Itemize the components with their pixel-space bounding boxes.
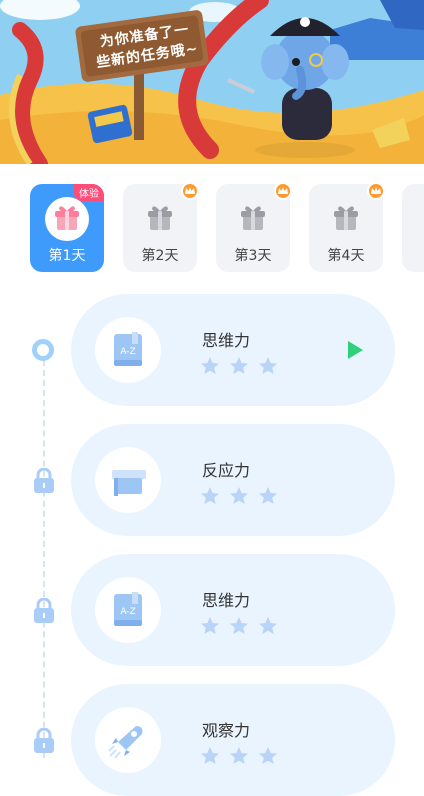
banner-illustration: 为你准备了一 些新的任务哦~	[0, 0, 424, 164]
play-icon[interactable]	[346, 340, 364, 360]
tab-day-3[interactable]: 第3天	[216, 182, 292, 272]
task-card[interactable]: 反应力	[71, 424, 395, 536]
task-icon-wrap	[95, 447, 161, 513]
lock-icon	[34, 728, 54, 753]
tab-day-2[interactable]: 第2天	[123, 182, 199, 272]
task-card[interactable]: 观察力	[71, 684, 395, 796]
day-label: 第3天	[234, 248, 272, 264]
task-icon-wrap: A-Z	[95, 317, 161, 383]
day-tabs: 体验 第1天 第2天 第3天 第4天	[0, 182, 424, 274]
star-rating	[201, 747, 277, 764]
task-title: 思维力	[202, 591, 251, 610]
crown-icon	[274, 182, 292, 200]
task-title: 观察力	[202, 721, 251, 740]
timeline-line	[43, 360, 47, 758]
crown-icon	[181, 182, 199, 200]
book-az-icon: A-Z	[114, 332, 142, 366]
task-card[interactable]: A-Z 思维力	[71, 294, 395, 406]
task-title: 反应力	[202, 461, 251, 480]
tab-day-next-partial[interactable]	[402, 184, 424, 272]
graduation-cap-icon	[112, 470, 146, 496]
star-rating	[201, 487, 277, 504]
lock-icon	[34, 598, 54, 623]
crown-icon	[367, 182, 385, 200]
tab-day-4[interactable]: 第4天	[309, 182, 385, 272]
tab-day-1[interactable]: 体验 第1天	[30, 184, 104, 272]
svg-text:A-Z: A-Z	[120, 347, 135, 357]
task-icon-wrap	[95, 707, 161, 773]
gift-icon	[324, 197, 368, 241]
lock-icon	[34, 468, 54, 493]
gift-icon	[231, 197, 275, 241]
gift-icon	[45, 197, 89, 241]
day-label: 第1天	[48, 248, 86, 264]
task-title: 思维力	[202, 331, 251, 350]
trial-badge: 体验	[74, 184, 104, 201]
star-rating	[201, 357, 277, 374]
task-icon-wrap: A-Z	[95, 577, 161, 643]
gift-icon	[138, 197, 182, 241]
svg-text:A-Z: A-Z	[120, 607, 135, 617]
book-az-icon: A-Z	[114, 592, 142, 626]
rocket-icon	[108, 726, 143, 759]
pirate-scene	[0, 0, 424, 164]
star-rating	[201, 617, 277, 634]
day-label: 第2天	[141, 248, 179, 264]
day-label: 第4天	[327, 248, 365, 264]
current-progress-node	[32, 339, 54, 361]
task-card[interactable]: A-Z 思维力	[71, 554, 395, 666]
